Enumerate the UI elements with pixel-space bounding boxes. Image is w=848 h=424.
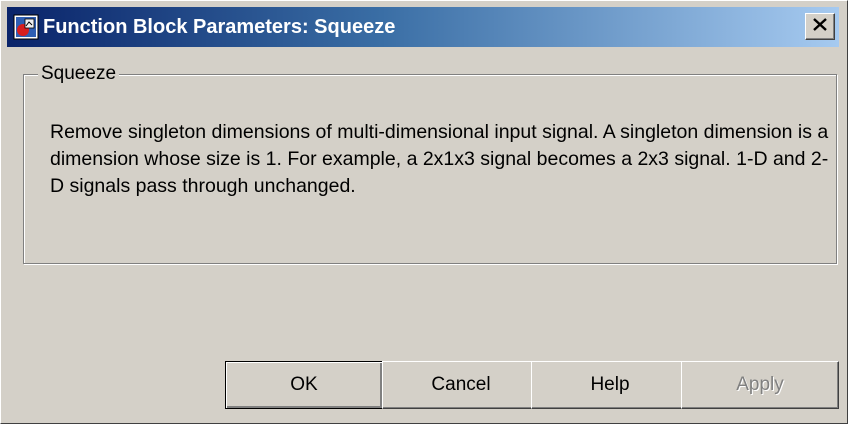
close-icon — [813, 17, 827, 36]
ok-button[interactable]: OK — [225, 361, 383, 409]
close-button[interactable] — [805, 13, 835, 40]
simulink-block-icon — [13, 14, 39, 40]
window-title: Function Block Parameters: Squeeze — [43, 16, 396, 38]
description-group: Squeeze Remove singleton dimensions of m… — [23, 63, 837, 264]
title-bar[interactable]: Function Block Parameters: Squeeze — [7, 7, 839, 47]
group-legend: Squeeze — [38, 63, 120, 85]
help-button[interactable]: Help — [531, 361, 689, 409]
apply-button[interactable]: Apply — [681, 361, 839, 409]
dialog-window: Function Block Parameters: Squeeze Squee… — [0, 0, 848, 424]
cancel-button[interactable]: Cancel — [382, 361, 540, 409]
block-description: Remove singleton dimensions of multi-dim… — [50, 121, 829, 197]
